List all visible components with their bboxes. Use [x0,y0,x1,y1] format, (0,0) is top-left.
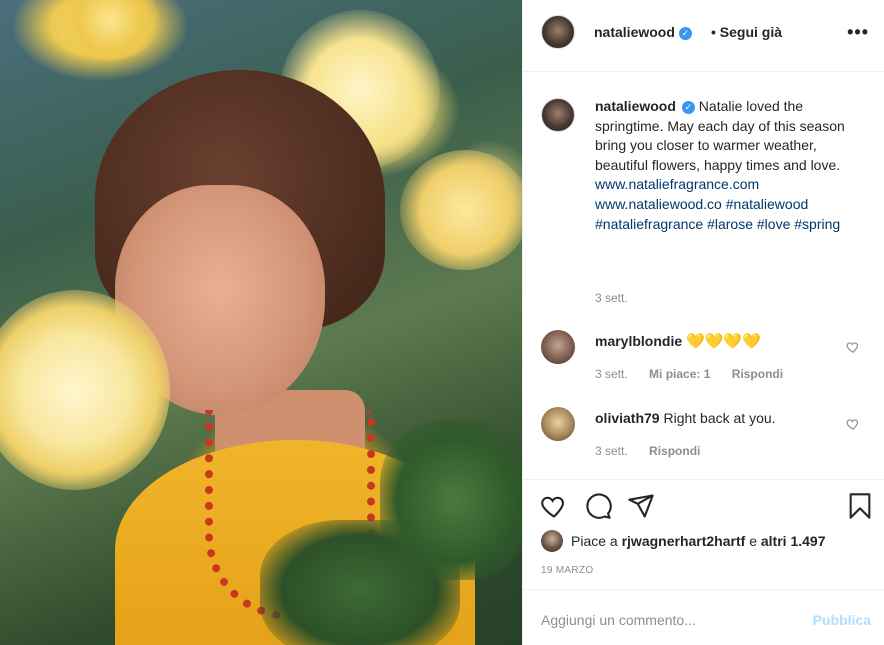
hashtag[interactable]: #nataliefragrance [595,216,703,232]
commenter-username[interactable]: marylblondie [595,333,682,349]
commenter-avatar[interactable] [541,330,575,364]
comment-body: Right back at you. [663,410,776,426]
author-username[interactable]: nataliewood ✓ [594,24,692,40]
reply-button[interactable]: Rispondi [732,367,783,381]
post-photo[interactable] [0,0,522,645]
commenter-avatar[interactable] [541,407,575,441]
comment-body: 💛💛💛💛 [686,333,761,350]
caption-time[interactable]: 3 sett. [595,291,628,305]
comment-text: marylblondie 💛💛💛💛 [595,332,761,350]
bookmark-icon[interactable] [846,492,874,520]
post-header: nataliewood ✓ • Segui già ••• [523,0,884,72]
reply-button[interactable]: Rispondi [649,444,700,458]
post-actions: Piace a rjwagnerhart2hartf e altri 1.497… [523,479,884,589]
commenter-username[interactable]: oliviath79 [595,410,660,426]
caption-link[interactable]: www.nataliefragrance.com [595,176,759,192]
liker-avatar[interactable] [541,530,563,552]
comment-meta: 3 sett. Rispondi [595,444,718,458]
comment-meta: 3 sett. Mi piace: 1 Rispondi [595,367,801,381]
publish-button[interactable]: Pubblica [813,612,871,628]
hashtag[interactable]: #nataliewood [726,196,809,212]
likes-text: Piace a rjwagnerhart2hartf e altri 1.497 [571,533,825,549]
likes-others[interactable]: altri 1.497 [761,533,826,549]
heart-icon[interactable] [540,492,568,520]
comment-heart-icon[interactable] [846,340,860,354]
caption-text: nataliewood ✓ Natalie loved the springtim… [595,97,855,234]
comment-time[interactable]: 3 sett. [595,367,628,381]
add-comment-bar: Aggiungi un commento... Pubblica [523,589,884,645]
comment-heart-icon[interactable] [846,417,860,431]
author-username-text[interactable]: nataliewood [594,24,675,40]
hashtag[interactable]: #spring [794,216,840,232]
likes-connector: e [749,533,757,549]
comment-likes[interactable]: Mi piace: 1 [649,367,710,381]
hashtag[interactable]: #love [757,216,790,232]
share-icon[interactable] [627,492,655,520]
comment-text: oliviath79 Right back at you. [595,410,776,426]
comment-time[interactable]: 3 sett. [595,444,628,458]
photo-flower [400,150,522,270]
caption-username[interactable]: nataliewood [595,98,676,114]
caption-avatar[interactable] [541,98,575,132]
post-panel: nataliewood ✓ • Segui già ••• nataliewood… [522,0,884,645]
hashtag[interactable]: #larose [707,216,753,232]
caption-link[interactable]: www.nataliewood.co [595,196,722,212]
follow-status[interactable]: • Segui già [711,24,782,40]
verified-badge-icon: ✓ [678,27,692,40]
photo-flower [60,0,160,60]
author-avatar[interactable] [541,15,575,49]
likes-prefix: Piace a [571,533,618,549]
photo-leaves [380,420,522,580]
comment-input[interactable]: Aggiungi un commento... [541,612,696,628]
comment-icon[interactable] [584,492,612,520]
more-options-icon[interactable]: ••• [847,22,869,43]
post-date[interactable]: 19 MARZO [541,565,593,576]
verified-badge-icon: ✓ [681,101,695,114]
liker-username[interactable]: rjwagnerhart2hartf [622,533,746,549]
